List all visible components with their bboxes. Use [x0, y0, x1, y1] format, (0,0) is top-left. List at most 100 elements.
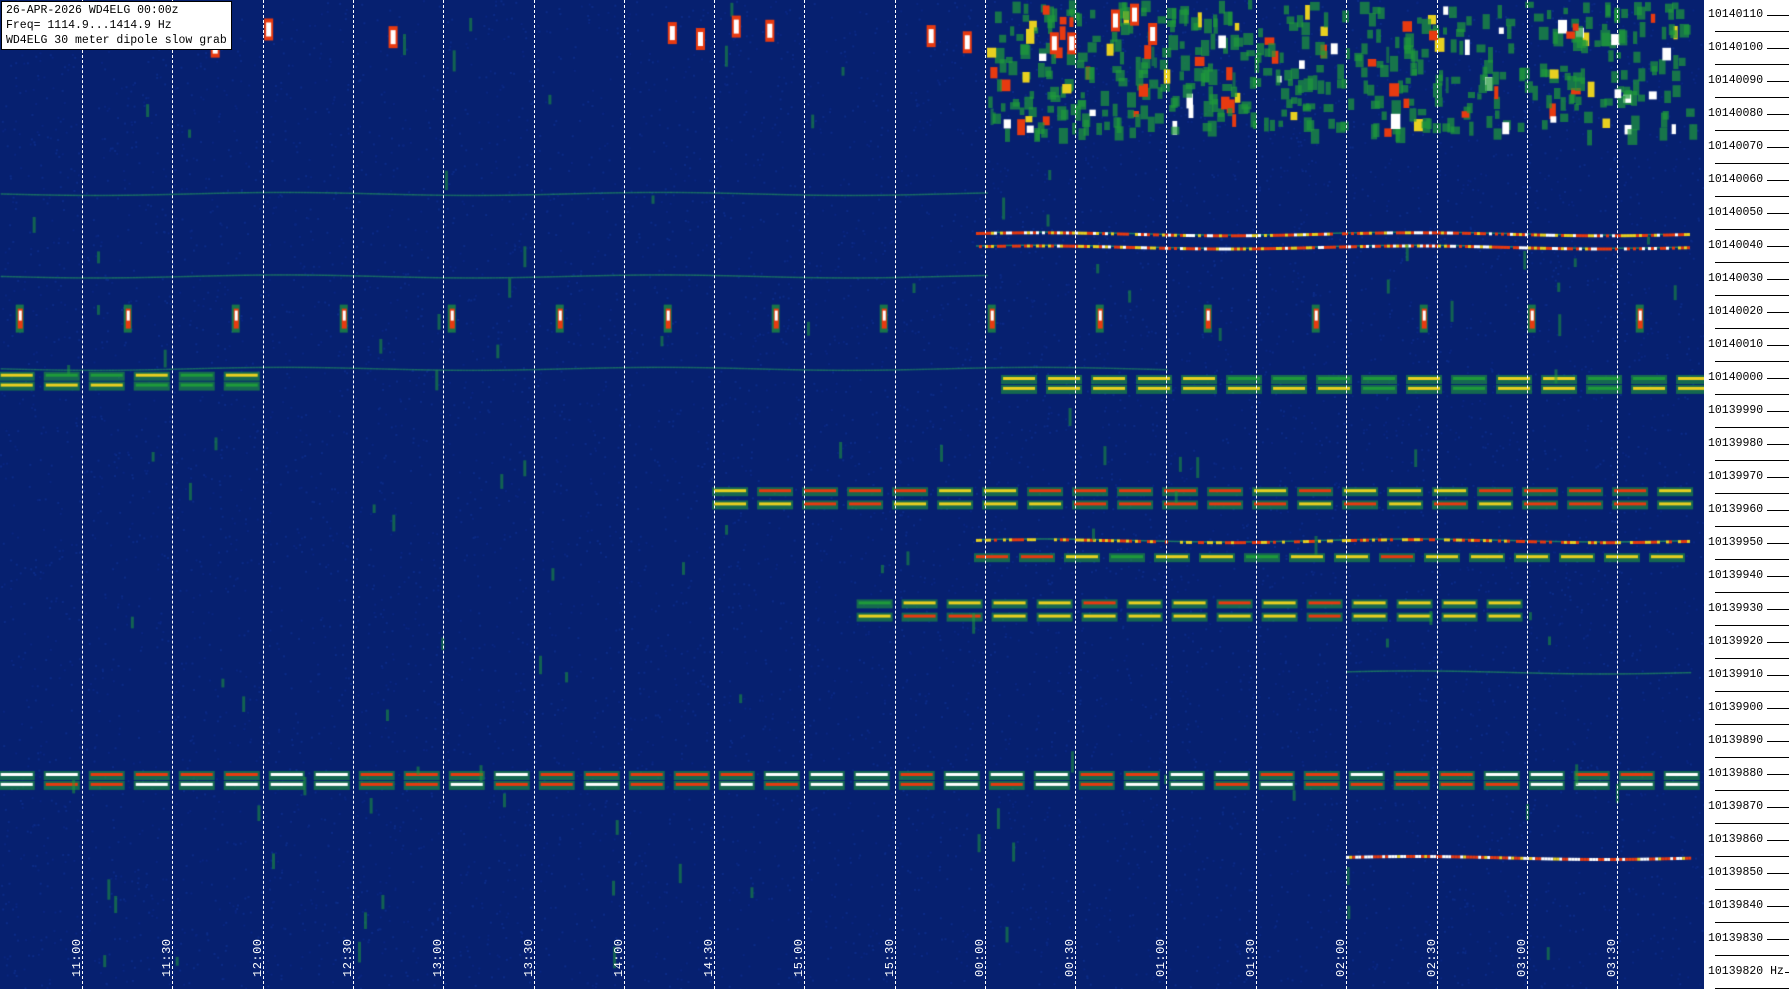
major-tick: [1767, 510, 1789, 511]
major-tick: [1767, 939, 1789, 940]
time-gridline: [1346, 0, 1348, 989]
major-tick: [1767, 477, 1789, 478]
time-label: 11:00: [70, 938, 84, 977]
minor-tick: [1715, 955, 1789, 956]
minor-tick: [1715, 64, 1789, 65]
time-gridline: [533, 0, 535, 989]
time-label: 15:00: [792, 938, 807, 977]
minor-tick: [1715, 229, 1789, 230]
frequency-label: 10139830: [1708, 932, 1764, 945]
time-label: 13:30: [521, 938, 536, 977]
frequency-label: 10139910: [1708, 668, 1764, 681]
minor-tick: [1715, 394, 1789, 395]
frequency-label: 10140100: [1708, 41, 1764, 54]
time-gridline: [1255, 0, 1257, 989]
major-tick: [1767, 708, 1789, 709]
frequency-range: Freq= 1114.9...1414.9 Hz: [6, 19, 172, 32]
frequency-label: 10139960: [1708, 503, 1764, 516]
time-gridline: [1436, 0, 1438, 989]
minor-tick: [1715, 526, 1789, 527]
frequency-label: 10140040: [1708, 239, 1764, 252]
time-label: 02:00: [1334, 938, 1349, 977]
time-gridline: [352, 0, 354, 989]
minor-tick: [1715, 31, 1789, 32]
minor-tick: [1715, 163, 1789, 164]
major-tick: [1767, 345, 1789, 346]
frequency-label: 10139970: [1708, 470, 1764, 483]
time-label: 03:00: [1514, 938, 1529, 977]
time-label: 02:30: [1424, 938, 1439, 977]
frequency-label: 10140110: [1708, 8, 1764, 21]
minor-tick: [1715, 889, 1789, 890]
time-gridline: [443, 0, 445, 989]
time-label: 14:30: [702, 938, 717, 977]
time-gridline: [1075, 0, 1077, 989]
time-gridline: [894, 0, 896, 989]
time-gridline: [623, 0, 625, 989]
major-tick: [1785, 972, 1789, 973]
frequency-label: 10139890: [1708, 734, 1764, 747]
minor-tick: [1715, 856, 1789, 857]
frequency-label: 10140060: [1708, 173, 1764, 186]
major-tick: [1767, 906, 1789, 907]
frequency-label: 10139880: [1708, 767, 1764, 780]
minor-tick: [1715, 724, 1789, 725]
minor-tick: [1715, 361, 1789, 362]
time-label: 12:00: [250, 938, 265, 977]
minor-tick: [1715, 460, 1789, 461]
time-label: 00:00: [973, 938, 987, 977]
major-tick: [1767, 411, 1789, 412]
major-tick: [1767, 48, 1789, 49]
time-label: 13:00: [431, 938, 446, 977]
major-tick: [1767, 444, 1789, 445]
minor-tick: [1715, 262, 1789, 263]
frequency-label: 10140050: [1708, 206, 1764, 219]
frequency-label: 10139900: [1708, 701, 1764, 714]
minor-tick: [1715, 130, 1789, 131]
minor-tick: [1715, 196, 1789, 197]
major-tick: [1767, 213, 1789, 214]
minor-tick: [1715, 757, 1789, 758]
major-tick: [1767, 279, 1789, 280]
frequency-label: 10139950: [1708, 536, 1764, 549]
major-tick: [1767, 807, 1789, 808]
time-gridline: [82, 0, 83, 989]
major-tick: [1767, 81, 1789, 82]
major-tick: [1767, 180, 1789, 181]
frequency-label: 10140020: [1708, 305, 1764, 318]
minor-tick: [1715, 559, 1789, 560]
minor-tick: [1715, 922, 1789, 923]
frequency-axis: 10140110 10140100 10140090 10140080 10140070…: [1704, 0, 1789, 989]
time-label: 14:00: [611, 938, 626, 977]
major-tick: [1767, 312, 1789, 313]
frequency-label: 10139980: [1708, 437, 1764, 450]
time-label: 12:30: [340, 938, 355, 977]
date-station-time: 26-APR-2026 WD4ELG 00:00z: [6, 4, 179, 17]
info-box: 26-APR-2026 WD4ELG 00:00z Freq= 1114.9..…: [1, 1, 232, 50]
minor-tick: [1715, 790, 1789, 791]
minor-tick: [1715, 295, 1789, 296]
frequency-label: 10140010: [1708, 338, 1764, 351]
time-gridline: [985, 0, 986, 989]
time-gridline: [804, 0, 806, 989]
frequency-label: 10140070: [1708, 140, 1764, 153]
major-tick: [1767, 15, 1789, 16]
frequency-label: 10139930: [1708, 602, 1764, 615]
time-gridline: [714, 0, 716, 989]
time-gridline: [1617, 0, 1619, 989]
description: WD4ELG 30 meter dipole slow grab: [6, 34, 227, 47]
time-label: 01:00: [1153, 938, 1168, 977]
waterfall-canvas: [0, 0, 1704, 989]
minor-tick: [1715, 493, 1789, 494]
major-tick: [1767, 873, 1789, 874]
major-tick: [1767, 675, 1789, 676]
time-label: 15:30: [882, 938, 897, 977]
minor-tick: [1715, 625, 1789, 626]
time-label: 01:30: [1243, 938, 1258, 977]
major-tick: [1767, 609, 1789, 610]
major-tick: [1767, 741, 1789, 742]
time-label: 11:30: [160, 938, 175, 977]
major-tick: [1767, 246, 1789, 247]
minor-tick: [1715, 427, 1789, 428]
minor-tick: [1715, 658, 1789, 659]
